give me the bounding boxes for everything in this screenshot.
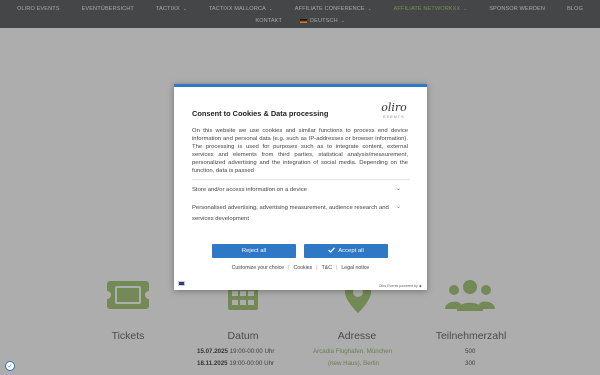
checkmark-icon bbox=[328, 247, 336, 255]
purpose-personalised-advertising[interactable]: Personalised advertising, advertising me… bbox=[192, 203, 402, 224]
link-separator: | bbox=[288, 265, 290, 271]
reject-all-button[interactable]: Reject all bbox=[212, 244, 296, 258]
link-separator: | bbox=[335, 265, 338, 271]
accept-all-button[interactable]: Accept all bbox=[304, 244, 388, 258]
chevron-down-icon[interactable]: ⌄ bbox=[396, 185, 401, 192]
accept-all-label: Accept all bbox=[338, 248, 364, 254]
svg-text:EVENTS: EVENTS bbox=[383, 115, 405, 119]
customize-choice-link[interactable]: Customize your choice bbox=[232, 265, 284, 271]
consent-description: On this website we use cookies and simil… bbox=[192, 128, 408, 175]
powered-by-text: Oliro Events powered by ◉ bbox=[379, 284, 422, 288]
consent-settings-icon[interactable]: ✓ bbox=[5, 361, 15, 371]
consent-dialog: Consent to Cookies & Data processing oli… bbox=[174, 84, 427, 290]
terms-link[interactable]: T&C bbox=[322, 265, 332, 271]
divider bbox=[192, 179, 410, 180]
svg-text:oliro: oliro bbox=[381, 101, 407, 114]
consent-links: Customize your choice | Cookies | T&C | Legal … bbox=[174, 265, 427, 271]
reject-all-label: Reject all bbox=[241, 248, 267, 254]
link-separator: | bbox=[316, 265, 318, 271]
legal-notice-link[interactable]: Legal notice bbox=[341, 265, 369, 271]
cookies-link[interactable]: Cookies bbox=[294, 265, 313, 271]
purpose-store-access[interactable]: Store and/or access information on a dev… bbox=[192, 185, 402, 196]
powered-by-label: Oliro Events powered by bbox=[378, 284, 418, 288]
oliro-events-logo: oliro EVENTS bbox=[374, 100, 414, 120]
uk-flag-icon[interactable] bbox=[178, 281, 185, 286]
chevron-down-icon[interactable]: ⌄ bbox=[396, 203, 401, 210]
cookie-badge-icon: ◉ bbox=[418, 284, 422, 288]
dialog-title: Consent to Cookies & Data processing bbox=[192, 109, 329, 118]
